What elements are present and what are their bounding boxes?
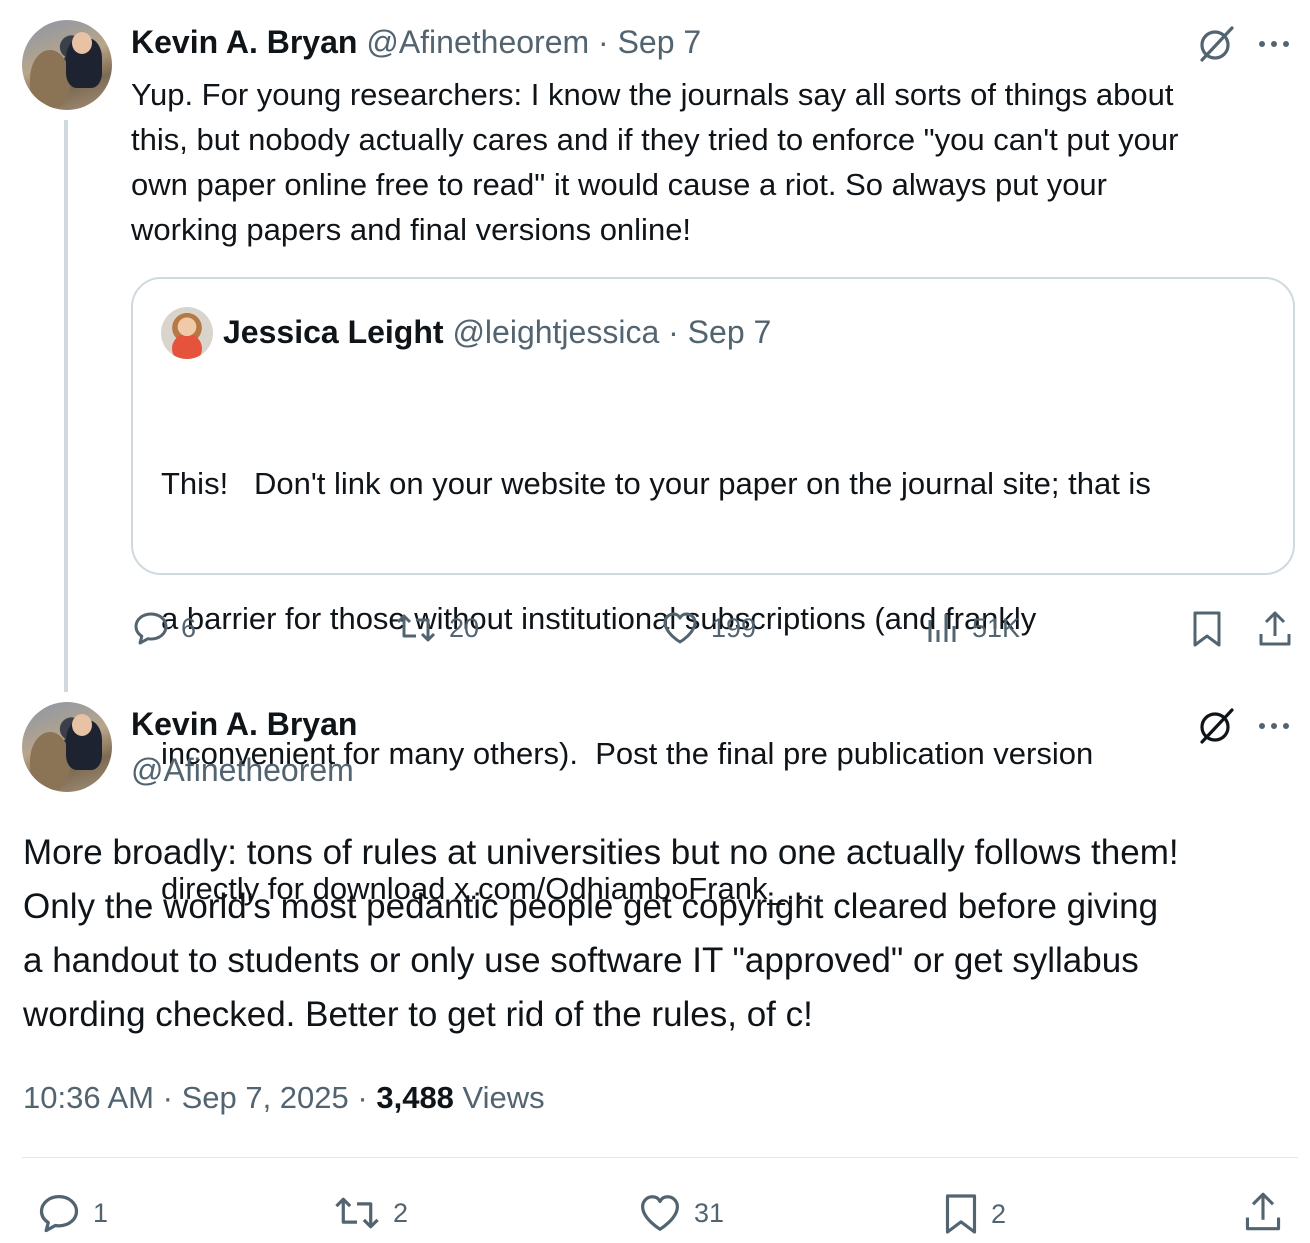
repost-count: 20 — [449, 612, 480, 643]
heart-icon — [663, 612, 697, 644]
tweet-date[interactable]: Sep 7 — [618, 24, 702, 60]
reply-button[interactable]: 1 — [37, 1192, 108, 1234]
reply-button[interactable]: 6 — [133, 610, 196, 646]
share-button[interactable] — [1243, 1190, 1283, 1234]
tweet2-line: a handout to students or only use softwa… — [23, 941, 1139, 980]
reply-count: 6 — [181, 612, 197, 643]
like-button[interactable]: 199 — [661, 610, 756, 646]
more-dots-icon[interactable] — [1256, 32, 1296, 56]
author-handle[interactable]: @Afinetheorem — [131, 752, 354, 789]
repost-button[interactable]: 2 — [333, 1192, 408, 1234]
quote-header: Jessica Leight @leightjessica · Sep 7 — [223, 314, 771, 351]
bar-chart-icon — [928, 614, 956, 642]
tweet2-line: More broadly: tons of rules at universit… — [23, 833, 1179, 872]
separator-dot: · — [598, 24, 609, 60]
heart-icon — [641, 1195, 679, 1231]
divider — [22, 1157, 1298, 1158]
more-dots-icon[interactable] — [1256, 714, 1296, 738]
bookmark-button[interactable]: 2 — [943, 1192, 1006, 1236]
avatar-kevin-bryan[interactable] — [22, 20, 112, 110]
tweet2-body: More broadly: tons of rules at universit… — [23, 826, 1308, 1042]
tweet2-line: wording checked. Better to get rid of th… — [23, 995, 813, 1034]
repost-arrows-icon — [396, 614, 436, 642]
like-button[interactable]: 31 — [638, 1192, 724, 1234]
views-count: 51K — [972, 612, 1021, 643]
author-name[interactable]: Kevin A. Bryan — [131, 706, 357, 743]
avatar-kevin-bryan[interactable] — [22, 702, 112, 792]
repost-count: 2 — [393, 1197, 409, 1228]
quote-author-name: Jessica Leight — [223, 314, 444, 350]
thread-connector-line — [64, 120, 68, 692]
tweet2-line: Only the world's most pedantic people ge… — [23, 887, 1159, 926]
share-upload-icon — [1245, 1192, 1281, 1231]
author-name[interactable]: Kevin A. Bryan — [131, 24, 357, 60]
repost-arrows-icon — [335, 1197, 379, 1229]
bookmark-count: 2 — [991, 1198, 1007, 1229]
like-count: 199 — [711, 612, 757, 643]
reply-count: 1 — [93, 1197, 109, 1228]
quote-line: This! Don't link on your website to your… — [161, 466, 1151, 501]
repost-button[interactable]: 20 — [395, 610, 479, 646]
quote-date: Sep 7 — [687, 314, 772, 350]
bookmark-button[interactable] — [1191, 610, 1223, 648]
tweet1-line: this, but nobody actually cares and if t… — [131, 122, 1179, 157]
tweet1-line: own paper online free to read" it would … — [131, 167, 1108, 202]
bookmark-icon — [945, 1194, 977, 1234]
tweet2-meta: 10:36 AM · Sep 7, 2025 · 3,488 Views — [23, 1080, 545, 1116]
grok-slash-icon[interactable] — [1196, 706, 1236, 746]
views-button[interactable]: 51K — [926, 610, 1020, 646]
views-label: Views — [462, 1080, 545, 1115]
reply-bubble-icon — [39, 1195, 79, 1233]
separator-dot: · — [668, 314, 679, 350]
share-button[interactable] — [1257, 610, 1293, 648]
separator-dot: · — [357, 1080, 368, 1115]
separator-dot: · — [162, 1080, 173, 1115]
reply-bubble-icon — [134, 612, 168, 645]
author-handle[interactable]: @Afinetheorem — [366, 24, 589, 60]
views-total: 3,488 — [376, 1080, 454, 1115]
share-upload-icon — [1259, 611, 1291, 646]
tweet1-line: Yup. For young researchers: I know the j… — [131, 77, 1174, 112]
like-count: 31 — [694, 1197, 725, 1228]
bookmark-icon — [1193, 611, 1221, 647]
tweet1-line: working papers and final versions online… — [131, 212, 692, 247]
tweet1-body: Yup. For young researchers: I know the j… — [131, 72, 1301, 252]
tweet-full-date[interactable]: Sep 7, 2025 — [182, 1080, 349, 1115]
avatar-jessica-leight — [161, 307, 213, 359]
quote-author-handle: @leightjessica — [452, 314, 660, 350]
tweet1-header: Kevin A. Bryan @Afinetheorem · Sep 7 — [131, 24, 701, 61]
grok-slash-icon[interactable] — [1196, 24, 1236, 64]
tweet-time[interactable]: 10:36 AM — [23, 1080, 154, 1115]
